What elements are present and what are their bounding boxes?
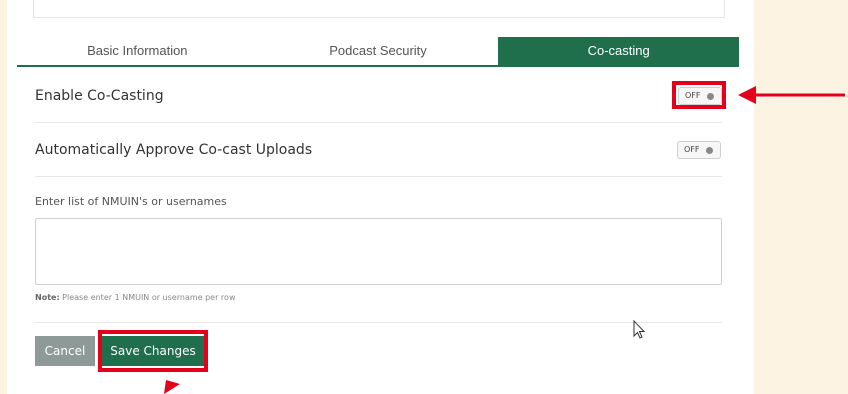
- users-field-label: Enter list of NMUIN's or usernames: [35, 195, 227, 208]
- divider: [35, 122, 722, 123]
- save-changes-button[interactable]: Save Changes: [102, 336, 204, 366]
- enable-cocasting-label: Enable Co-Casting: [35, 88, 164, 104]
- toggle-state-text: OFF: [685, 91, 701, 100]
- toggle-state-text: OFF: [684, 145, 700, 154]
- enable-cocasting-toggle[interactable]: OFF: [678, 87, 722, 105]
- tab-podcast-security[interactable]: Podcast Security: [257, 37, 499, 65]
- users-textarea[interactable]: [35, 218, 722, 285]
- top-card: [33, 0, 725, 18]
- note-label: Note:: [35, 293, 60, 302]
- toggle-knob: [707, 93, 714, 100]
- note-text: Please enter 1 NMUIN or username per row: [59, 293, 236, 302]
- auto-approve-label: Automatically Approve Co-cast Uploads: [35, 142, 313, 158]
- users-note: Note: Please enter 1 NMUIN or username p…: [35, 293, 235, 302]
- toggle-knob: [706, 147, 713, 154]
- cancel-button[interactable]: Cancel: [35, 336, 95, 366]
- tab-co-casting[interactable]: Co-casting: [498, 37, 740, 65]
- divider: [35, 176, 722, 177]
- tab-basic-information[interactable]: Basic Information: [17, 37, 258, 65]
- red-arrow-icon: [738, 86, 845, 104]
- divider: [35, 322, 722, 323]
- auto-approve-toggle[interactable]: OFF: [677, 141, 721, 159]
- tab-bar: Basic Information Podcast Security Co-ca…: [17, 37, 740, 67]
